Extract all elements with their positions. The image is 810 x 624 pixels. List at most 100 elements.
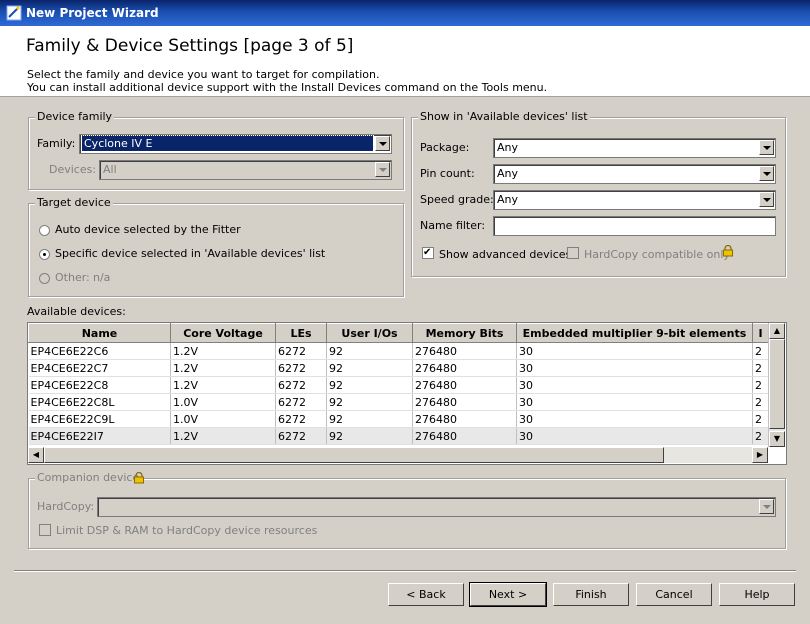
help-button[interactable]: Help	[719, 583, 795, 606]
table-cell: EP4CE6E22C8	[28, 376, 171, 394]
scroll-left-icon[interactable]: ◀	[28, 447, 44, 463]
vertical-scrollbar[interactable]: ▲ ▼	[768, 323, 785, 447]
header-description-line1: Select the family and device you want to…	[27, 68, 380, 81]
name-filter-input[interactable]	[493, 216, 776, 236]
scroll-up-icon[interactable]: ▲	[769, 323, 785, 339]
table-cell: 6272	[275, 376, 327, 394]
column-header-user-ios[interactable]: User I/Os	[326, 323, 413, 343]
device-family-group: Device family Family: Cyclone IV E Devic…	[28, 110, 404, 190]
horizontal-scroll-thumb[interactable]	[44, 447, 664, 463]
family-select[interactable]: Cyclone IV E	[79, 134, 392, 154]
package-label: Package:	[420, 141, 470, 154]
table-cell: 6272	[275, 359, 327, 377]
column-header-core-voltage[interactable]: Core Voltage	[170, 323, 276, 343]
show-in-list-group-label: Show in 'Available devices' list	[418, 110, 590, 123]
pin-count-select-value: Any	[497, 167, 519, 180]
limit-dsp-ram-checkbox[interactable]	[39, 524, 51, 536]
column-header-memory-bits[interactable]: Memory Bits	[412, 323, 517, 343]
table-cell: 2	[752, 359, 769, 377]
cancel-button[interactable]: Cancel	[636, 583, 712, 606]
table-cell: 30	[516, 359, 753, 377]
wizard-app-icon	[6, 5, 22, 21]
vertical-scroll-thumb[interactable]	[769, 339, 785, 429]
other-device-radio[interactable]	[39, 273, 50, 284]
table-row[interactable]: EP4CE6E22C8 1.2V 6272 92 276480 30 2	[28, 376, 769, 394]
speed-grade-select-value: Any	[497, 193, 519, 206]
table-cell: 276480	[412, 376, 517, 394]
header-description-line2: You can install additional device suppor…	[27, 81, 548, 94]
specific-device-radio[interactable]	[39, 249, 50, 260]
table-cell: 30	[516, 393, 753, 411]
column-header-les[interactable]: LEs	[275, 323, 327, 343]
show-advanced-checkbox[interactable]	[422, 246, 434, 260]
device-family-group-label: Device family	[35, 110, 115, 123]
chevron-down-icon[interactable]	[375, 162, 390, 177]
hardcopy-compatible-label: HardCopy compatible only	[584, 248, 730, 261]
table-row[interactable]: EP4CE6E22C9L 1.0V 6272 92 276480 30 2	[28, 410, 769, 428]
back-button[interactable]: < Back	[388, 583, 464, 606]
table-cell: 1.0V	[170, 393, 276, 411]
table-cell: 92	[326, 393, 413, 411]
table-cell: 276480	[412, 393, 517, 411]
hardcopy-compatible-checkbox[interactable]	[567, 247, 579, 259]
table-cell: EP4CE6E22C9L	[28, 410, 171, 428]
devices-select-value: All	[103, 163, 117, 176]
column-header-embedded-multiplier[interactable]: Embedded multiplier 9-bit elements	[516, 323, 753, 343]
table-cell: 92	[326, 427, 413, 445]
available-devices-label: Available devices:	[27, 305, 126, 318]
chevron-down-icon[interactable]	[759, 140, 774, 155]
table-cell: 276480	[412, 359, 517, 377]
package-select[interactable]: Any	[493, 138, 776, 158]
horizontal-scrollbar[interactable]: ◀ ▶	[28, 447, 768, 463]
limit-dsp-ram-label: Limit DSP & RAM to HardCopy device resou…	[56, 524, 318, 537]
table-row[interactable]: EP4CE6E22C6 1.2V 6272 92 276480 30 2	[28, 342, 769, 360]
package-select-value: Any	[497, 141, 519, 154]
companion-device-group-label: Companion device	[35, 471, 142, 484]
table-cell: 276480	[412, 427, 517, 445]
table-cell: EP4CE6E22I7	[28, 427, 171, 445]
chevron-down-icon[interactable]	[759, 499, 774, 514]
table-cell: 92	[326, 410, 413, 428]
lock-icon	[134, 472, 144, 484]
other-device-value: n/a	[93, 271, 111, 284]
table-cell: 6272	[275, 393, 327, 411]
table-cell: 2	[752, 393, 769, 411]
title-bar: New Project Wizard	[0, 0, 810, 26]
table-cell: 1.2V	[170, 376, 276, 394]
table-row[interactable]: EP4CE6E22C8L 1.0V 6272 92 276480 30 2	[28, 393, 769, 411]
pin-count-select[interactable]: Any	[493, 164, 776, 184]
auto-device-radio[interactable]	[39, 225, 50, 236]
table-cell: 30	[516, 410, 753, 428]
companion-hardcopy-select[interactable]	[97, 497, 776, 517]
show-in-list-group: Show in 'Available devices' list Package…	[411, 110, 786, 277]
next-button[interactable]: Next >	[469, 582, 547, 607]
page-title: Family & Device Settings [page 3 of 5]	[26, 36, 354, 56]
chevron-down-icon[interactable]	[759, 192, 774, 207]
devices-table[interactable]: Name Core Voltage LEs User I/Os Memory B…	[28, 323, 769, 445]
companion-device-group: Companion device HardCopy: Limit DSP & R…	[28, 471, 786, 549]
table-cell: 30	[516, 427, 753, 445]
column-header-partial[interactable]: I	[752, 323, 769, 343]
chevron-down-icon[interactable]	[759, 166, 774, 181]
table-cell: 6272	[275, 427, 327, 445]
table-cell: 92	[326, 376, 413, 394]
scroll-down-icon[interactable]: ▼	[769, 431, 785, 447]
devices-label: Devices:	[49, 163, 97, 176]
table-cell: 276480	[412, 410, 517, 428]
column-header-name[interactable]: Name	[28, 323, 171, 343]
devices-select[interactable]: All	[99, 160, 392, 180]
table-cell: 30	[516, 376, 753, 394]
table-row[interactable]: EP4CE6E22C7 1.2V 6272 92 276480 30 2	[28, 359, 769, 377]
wizard-header: Family & Device Settings [page 3 of 5] S…	[0, 26, 810, 97]
speed-grade-select[interactable]: Any	[493, 190, 776, 210]
speed-grade-label: Speed grade:	[420, 193, 494, 206]
finish-button[interactable]: Finish	[553, 583, 629, 606]
table-cell: 6272	[275, 342, 327, 360]
chevron-down-icon[interactable]	[375, 136, 390, 151]
specific-device-label: Specific device selected in 'Available d…	[55, 247, 326, 260]
scroll-right-icon[interactable]: ▶	[752, 447, 768, 463]
table-row[interactable]: EP4CE6E22I7 1.2V 6272 92 276480 30 2	[28, 427, 769, 445]
available-devices-table[interactable]: Name Core Voltage LEs User I/Os Memory B…	[27, 322, 787, 465]
target-device-group: Target device Auto device selected by th…	[28, 196, 404, 297]
table-cell: 30	[516, 342, 753, 360]
